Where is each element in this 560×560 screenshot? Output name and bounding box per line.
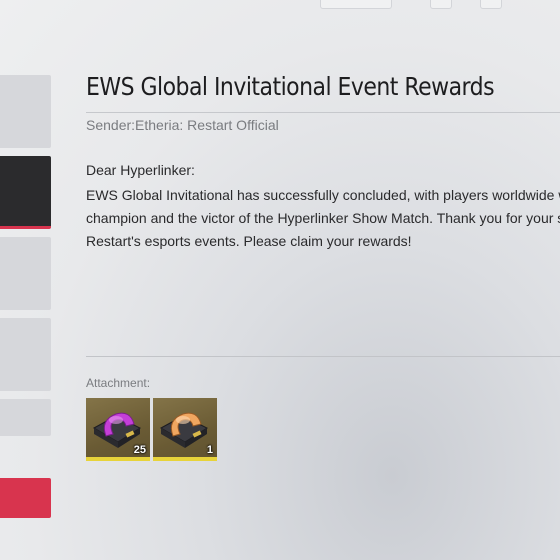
attachment-label: Attachment:	[86, 376, 151, 390]
mail-list-item[interactable]	[0, 237, 51, 310]
mail-sender: Sender:Etheria: Restart Official	[86, 117, 279, 133]
title-divider	[86, 112, 560, 113]
mail-greeting: Dear Hyperlinker:	[86, 162, 195, 178]
mail-body-line: champion and the victor of the Hyperlink…	[86, 210, 560, 226]
mail-list-item[interactable]	[0, 399, 51, 436]
mail-detail-panel: EWS Global Invitational Event Rewards Se…	[86, 0, 560, 560]
claim-all-button[interactable]	[0, 478, 51, 518]
mail-body-line: EWS Global Invitational has successfully…	[86, 187, 560, 203]
rarity-bar	[153, 457, 217, 461]
rarity-bar	[86, 457, 150, 461]
attachment-divider	[86, 356, 560, 357]
mail-body-line: Restart's esports events. Please claim y…	[86, 233, 412, 249]
mail-list-item[interactable]	[0, 318, 51, 391]
item-quantity: 1	[206, 444, 213, 456]
mail-title: EWS Global Invitational Event Rewards	[86, 72, 495, 101]
mail-list-item[interactable]	[0, 75, 51, 148]
mail-list-item-selected[interactable]	[0, 156, 51, 229]
attachment-item[interactable]: 25	[86, 398, 150, 461]
item-quantity: 25	[133, 444, 146, 456]
mail-body: EWS Global Invitational has successfully…	[86, 184, 560, 253]
mail-list-sidebar	[0, 0, 52, 560]
attachment-item[interactable]: 1	[153, 398, 217, 461]
